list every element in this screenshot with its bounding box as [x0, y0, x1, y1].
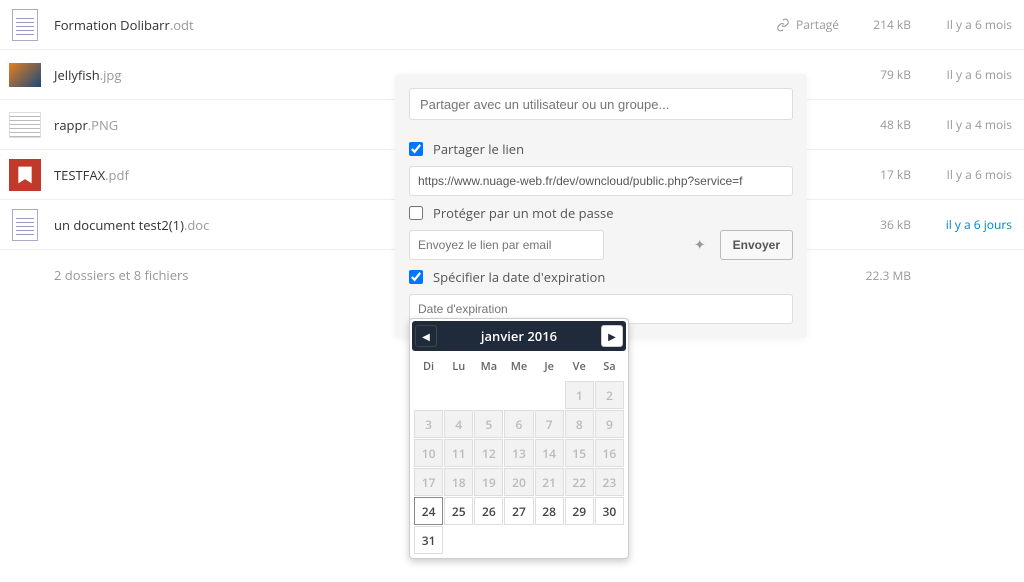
calendar-dow: Di	[414, 353, 443, 380]
calendar-empty	[474, 381, 503, 409]
calendar-empty	[504, 526, 533, 554]
file-date: Il y a 6 mois	[919, 16, 1024, 33]
calendar-empty	[595, 526, 624, 554]
calendar-empty	[444, 381, 473, 409]
calendar-empty	[565, 526, 594, 554]
calendar-dow: Me	[504, 353, 533, 380]
file-row[interactable]: Formation Dolibarr.odt Partagé 214 kB Il…	[0, 0, 1024, 50]
share-star-icon: ✦	[694, 236, 706, 255]
summary-size: 22.3 MB	[839, 267, 919, 284]
share-url-input[interactable]	[409, 166, 793, 196]
file-date: Il y a 6 mois	[919, 66, 1024, 83]
file-size: 36 kB	[839, 216, 919, 233]
calendar-day[interactable]: 25	[444, 497, 473, 525]
calendar-day: 11	[444, 439, 473, 467]
file-date: Il y a 4 mois	[919, 116, 1024, 133]
calendar-empty	[535, 381, 564, 409]
file-size: 17 kB	[839, 166, 919, 183]
pdf-icon	[9, 159, 41, 191]
file-date: il y a 6 jours	[919, 216, 1024, 233]
calendar-day: 4	[444, 410, 473, 438]
calendar-dow: Ma	[474, 353, 503, 380]
calendar-day: 6	[504, 410, 533, 438]
calendar-day[interactable]: 30	[595, 497, 624, 525]
calendar-dow: Je	[535, 353, 564, 380]
share-search-input[interactable]	[409, 88, 793, 120]
calendar-empty	[444, 526, 473, 554]
calendar-day: 22	[565, 468, 594, 496]
calendar-day: 9	[595, 410, 624, 438]
calendar-day: 10	[414, 439, 443, 467]
calendar-day: 13	[504, 439, 533, 467]
calendar-next-button[interactable]: ▶	[601, 325, 623, 347]
document-icon	[12, 209, 38, 241]
calendar-day[interactable]: 29	[565, 497, 594, 525]
datepicker: ◀ janvier 2016 ▶ DiLuMaMeJeVeSa123456789…	[409, 318, 629, 559]
calendar-day: 14	[535, 439, 564, 467]
document-icon	[12, 9, 38, 41]
calendar-day: 12	[474, 439, 503, 467]
calendar-day[interactable]: 24	[414, 497, 443, 525]
calendar-title: janvier 2016	[481, 327, 557, 345]
expire-label: Spécifier la date d'expiration	[433, 268, 605, 286]
calendar-day: 16	[595, 439, 624, 467]
share-link-option[interactable]: Partager le lien	[409, 140, 793, 158]
calendar-day: 18	[444, 468, 473, 496]
calendar-day: 8	[565, 410, 594, 438]
calendar-day: 21	[535, 468, 564, 496]
password-label: Protéger par un mot de passe	[433, 204, 614, 222]
calendar-day: 17	[414, 468, 443, 496]
calendar-day: 23	[595, 468, 624, 496]
calendar-day[interactable]: 28	[535, 497, 564, 525]
file-date: Il y a 6 mois	[919, 166, 1024, 183]
image-thumbnail	[9, 63, 41, 87]
calendar-dow: Ve	[565, 353, 594, 380]
calendar-day[interactable]: 26	[474, 497, 503, 525]
calendar-dow: Sa	[595, 353, 624, 380]
expire-checkbox[interactable]	[409, 270, 423, 284]
share-panel: Partager le lien Protéger par un mot de …	[395, 74, 807, 338]
send-button[interactable]: Envoyer	[720, 230, 793, 260]
calendar-day: 3	[414, 410, 443, 438]
calendar-dow: Lu	[444, 353, 473, 380]
password-checkbox[interactable]	[409, 206, 423, 220]
email-input[interactable]	[409, 230, 604, 260]
calendar-day: 20	[504, 468, 533, 496]
image-thumbnail	[9, 112, 41, 138]
link-icon	[776, 18, 790, 32]
calendar-empty	[414, 381, 443, 409]
calendar-day: 15	[565, 439, 594, 467]
share-link-label: Partager le lien	[433, 140, 524, 158]
password-option[interactable]: Protéger par un mot de passe	[409, 204, 793, 222]
calendar-day: 5	[474, 410, 503, 438]
file-size: 48 kB	[839, 116, 919, 133]
shared-indicator: Partagé	[754, 16, 839, 33]
calendar-day: 2	[595, 381, 624, 409]
file-size: 79 kB	[839, 66, 919, 83]
calendar-day: 7	[535, 410, 564, 438]
calendar-day[interactable]: 27	[504, 497, 533, 525]
calendar-day: 19	[474, 468, 503, 496]
calendar-empty	[535, 526, 564, 554]
file-name: Formation Dolibarr.odt	[50, 16, 754, 34]
share-link-checkbox[interactable]	[409, 142, 423, 156]
calendar-day: 1	[565, 381, 594, 409]
calendar-prev-button[interactable]: ◀	[415, 325, 437, 347]
calendar-day[interactable]: 31	[414, 526, 443, 554]
file-size: 214 kB	[839, 16, 919, 33]
calendar-empty	[504, 381, 533, 409]
expire-option[interactable]: Spécifier la date d'expiration	[409, 268, 793, 286]
calendar-empty	[474, 526, 503, 554]
